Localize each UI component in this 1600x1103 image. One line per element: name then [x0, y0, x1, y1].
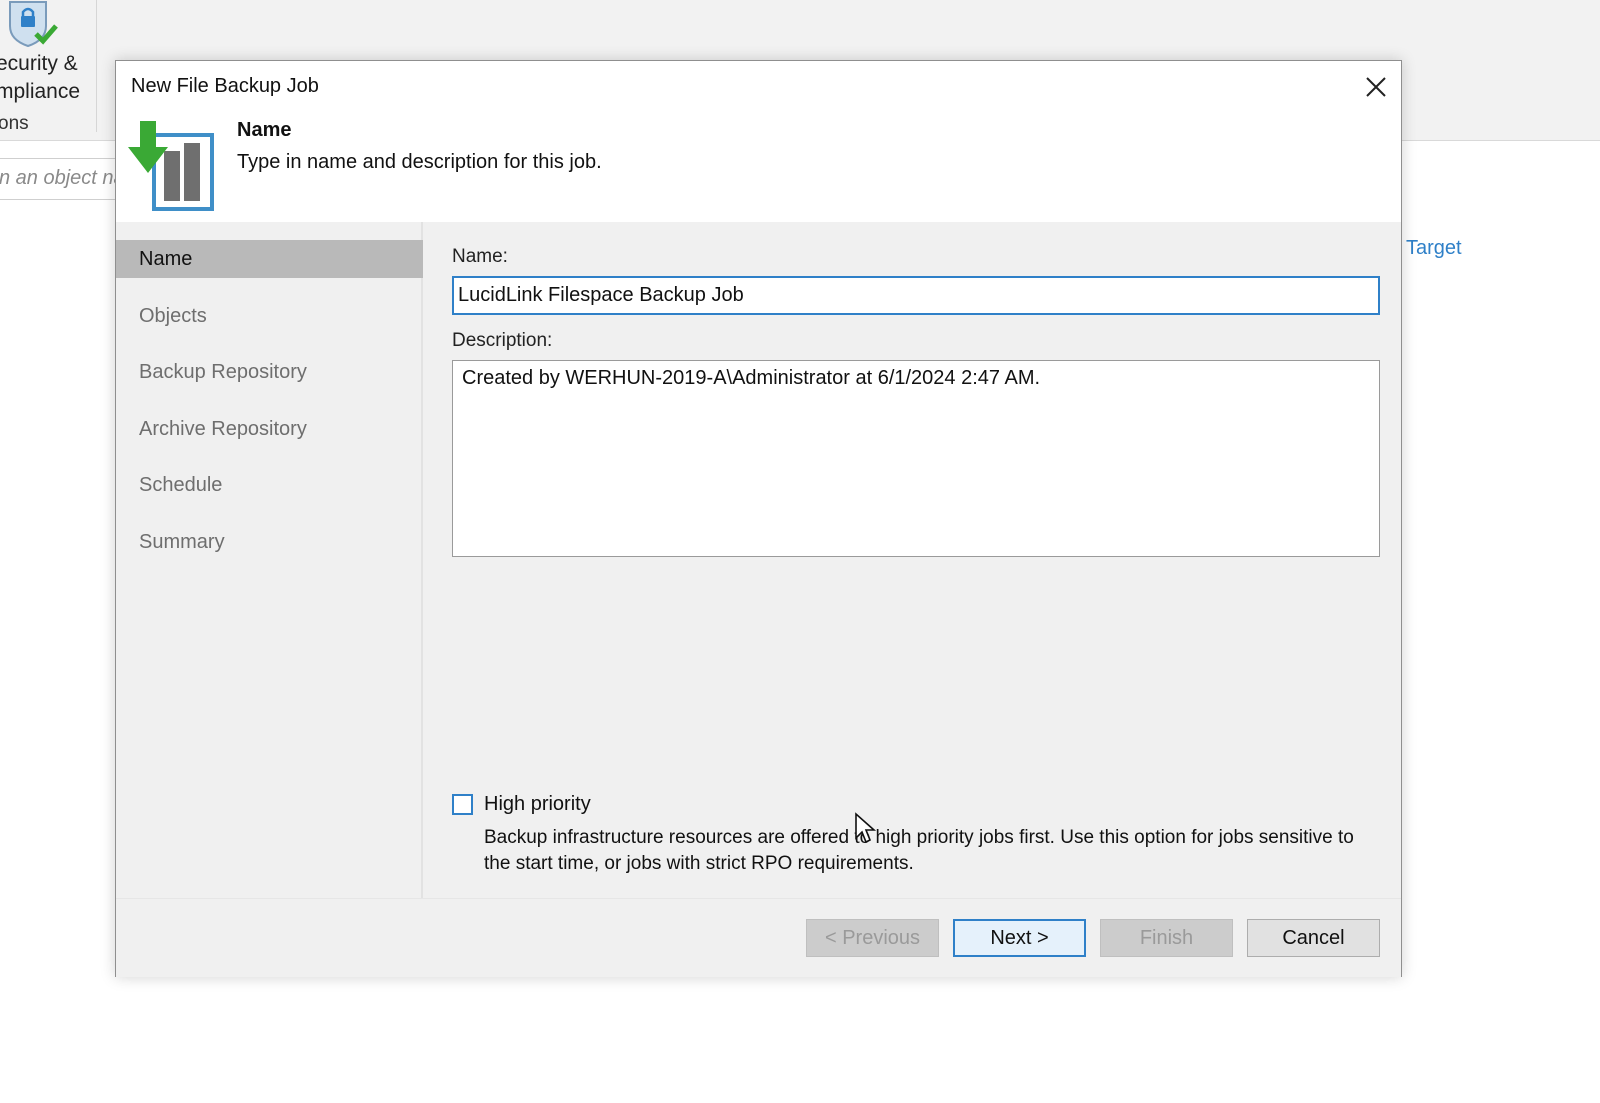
high-priority-label[interactable]: High priority	[484, 793, 591, 816]
header-subtitle: Type in name and description for this jo…	[237, 151, 602, 173]
previous-button[interactable]: < Previous	[806, 919, 939, 957]
step-objects[interactable]: Objects	[116, 297, 423, 335]
ribbon-separator	[96, 0, 97, 132]
high-priority-description: Backup infrastructure resources are offe…	[484, 827, 1354, 874]
search-placeholder: n an object na	[0, 167, 125, 189]
step-name[interactable]: Name	[116, 240, 423, 278]
ribbon-label-line1[interactable]: ecurity &	[0, 50, 78, 78]
step-backup-repository[interactable]: Backup Repository	[116, 353, 423, 391]
ribbon-group-label: ons	[0, 113, 29, 134]
target-link[interactable]: Target	[1406, 237, 1462, 260]
close-button[interactable]	[1356, 69, 1396, 105]
name-label: Name:	[452, 246, 508, 267]
high-priority-checkbox[interactable]	[452, 794, 473, 815]
step-content: Name: Description: Created by WERHUN-201…	[423, 222, 1401, 898]
header-title: Name	[237, 119, 292, 141]
step-schedule[interactable]: Schedule	[116, 466, 423, 504]
dialog-title: New File Backup Job	[131, 75, 319, 97]
file-backup-icon	[126, 121, 218, 213]
description-label: Description:	[452, 330, 553, 351]
next-button[interactable]: Next >	[953, 919, 1086, 957]
new-file-backup-job-dialog: New File Backup Job Name Type in name an…	[115, 60, 1402, 977]
mouse-cursor-icon	[854, 812, 878, 846]
description-input[interactable]: Created by WERHUN-2019-A\Administrator a…	[452, 360, 1380, 557]
cancel-button[interactable]: Cancel	[1247, 919, 1380, 957]
close-icon	[1366, 77, 1386, 97]
step-archive-repository[interactable]: Archive Repository	[116, 410, 423, 448]
step-summary[interactable]: Summary	[116, 523, 423, 561]
security-compliance-icon[interactable]	[6, 0, 60, 50]
finish-button[interactable]: Finish	[1100, 919, 1233, 957]
dialog-footer: < Previous Next > Finish Cancel	[116, 898, 1401, 977]
name-input[interactable]	[452, 276, 1380, 315]
wizard-body: Name Objects Backup Repository Archive R…	[116, 222, 1401, 898]
wizard-steps: Name Objects Backup Repository Archive R…	[116, 222, 423, 898]
ribbon-label-line2[interactable]: mpliance	[0, 78, 80, 106]
